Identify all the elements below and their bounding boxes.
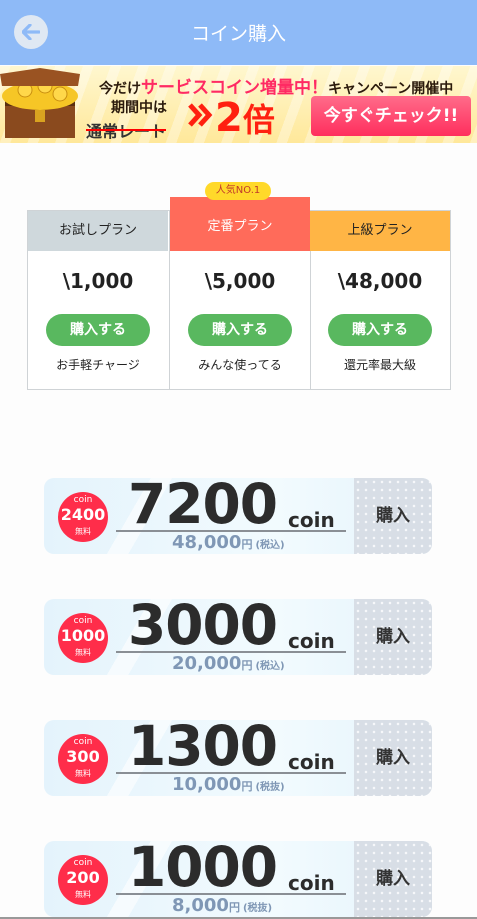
plan-description: 還元率最大級 [343, 358, 416, 372]
buy-button[interactable]: 購入 [354, 841, 432, 917]
package-price: 10,000円 (税抜) [172, 774, 285, 795]
bonus-badge: coin 1000 無料 [58, 613, 108, 663]
coin-amount: 3000 [128, 599, 278, 657]
buy-plan-button[interactable]: 購入する [188, 314, 292, 346]
plan-name: お試しプラン [28, 211, 168, 251]
plan-advanced: 上級プラン \48,000 購入する 還元率最大級 [310, 211, 450, 389]
double-chevron-right-icon [188, 103, 213, 127]
buy-button[interactable]: 購入 [354, 599, 432, 675]
check-now-button[interactable]: 今すぐチェック!! [311, 96, 471, 136]
plan-table: お試しプラン \1,000 購入する お手軽チャージ 定番プラン \5,000 … [27, 197, 451, 390]
coin-unit: coin [288, 871, 335, 895]
banner-headline: 今だけサービスコイン増量中！キャンペーン開催中 [99, 78, 454, 98]
buy-button[interactable]: 購入 [354, 720, 432, 796]
plan-price: \5,000 [204, 269, 276, 293]
coin-amount: 7200 [128, 478, 278, 536]
coin-amount: 1000 [128, 841, 278, 899]
treasure-chest-icon [0, 68, 80, 138]
coin-unit: coin [288, 629, 335, 653]
buy-plan-button[interactable]: 購入する [328, 314, 432, 346]
bonus-badge: coin 300 無料 [58, 734, 108, 784]
plan-price: \1,000 [62, 269, 134, 293]
plan-price: \48,000 [337, 269, 423, 293]
plan-name: 上級プラン [310, 211, 450, 251]
banner-period-text: 期間中は [111, 100, 167, 116]
page-title: コイン購入 [190, 23, 286, 45]
plan-description: みんな使ってる [198, 358, 282, 372]
package-price: 8,000円 (税抜) [172, 895, 273, 916]
plan-description: お手軽チャージ [56, 358, 140, 372]
popular-badge: 人気NO.1 [205, 182, 271, 200]
plan-standard: 定番プラン \5,000 購入する みんな使ってる [169, 197, 311, 389]
coin-amount: 1300 [128, 720, 278, 778]
plan-trial: お試しプラン \1,000 購入する お手軽チャージ [28, 211, 168, 389]
coin-package-row[interactable]: coin 300 無料 1300 coin 10,000円 (税抜) 購入 [44, 720, 432, 796]
bonus-badge: coin 200 無料 [58, 855, 108, 905]
coin-package-row[interactable]: coin 2400 無料 7200 coin 48,000円 (税込) 購入 [44, 478, 432, 554]
coin-package-row[interactable]: coin 1000 無料 3000 coin 20,000円 (税込) 購入 [44, 599, 432, 675]
bonus-badge: coin 2400 無料 [58, 492, 108, 542]
plan-name: 定番プラン [170, 197, 310, 251]
buy-plan-button[interactable]: 購入する [46, 314, 150, 346]
banner-normal-rate: 通常レート [86, 122, 167, 141]
coin-unit: coin [288, 508, 335, 532]
coin-unit: coin [288, 750, 335, 774]
app-header: コイン購入 [0, 0, 477, 65]
package-price: 48,000円 (税込) [172, 532, 285, 553]
package-price: 20,000円 (税込) [172, 653, 285, 674]
banner-multiplier: 2倍 [215, 95, 275, 141]
coin-package-row[interactable]: coin 200 無料 1000 coin 8,000円 (税抜) 購入 [44, 841, 432, 917]
buy-button[interactable]: 購入 [354, 478, 432, 554]
